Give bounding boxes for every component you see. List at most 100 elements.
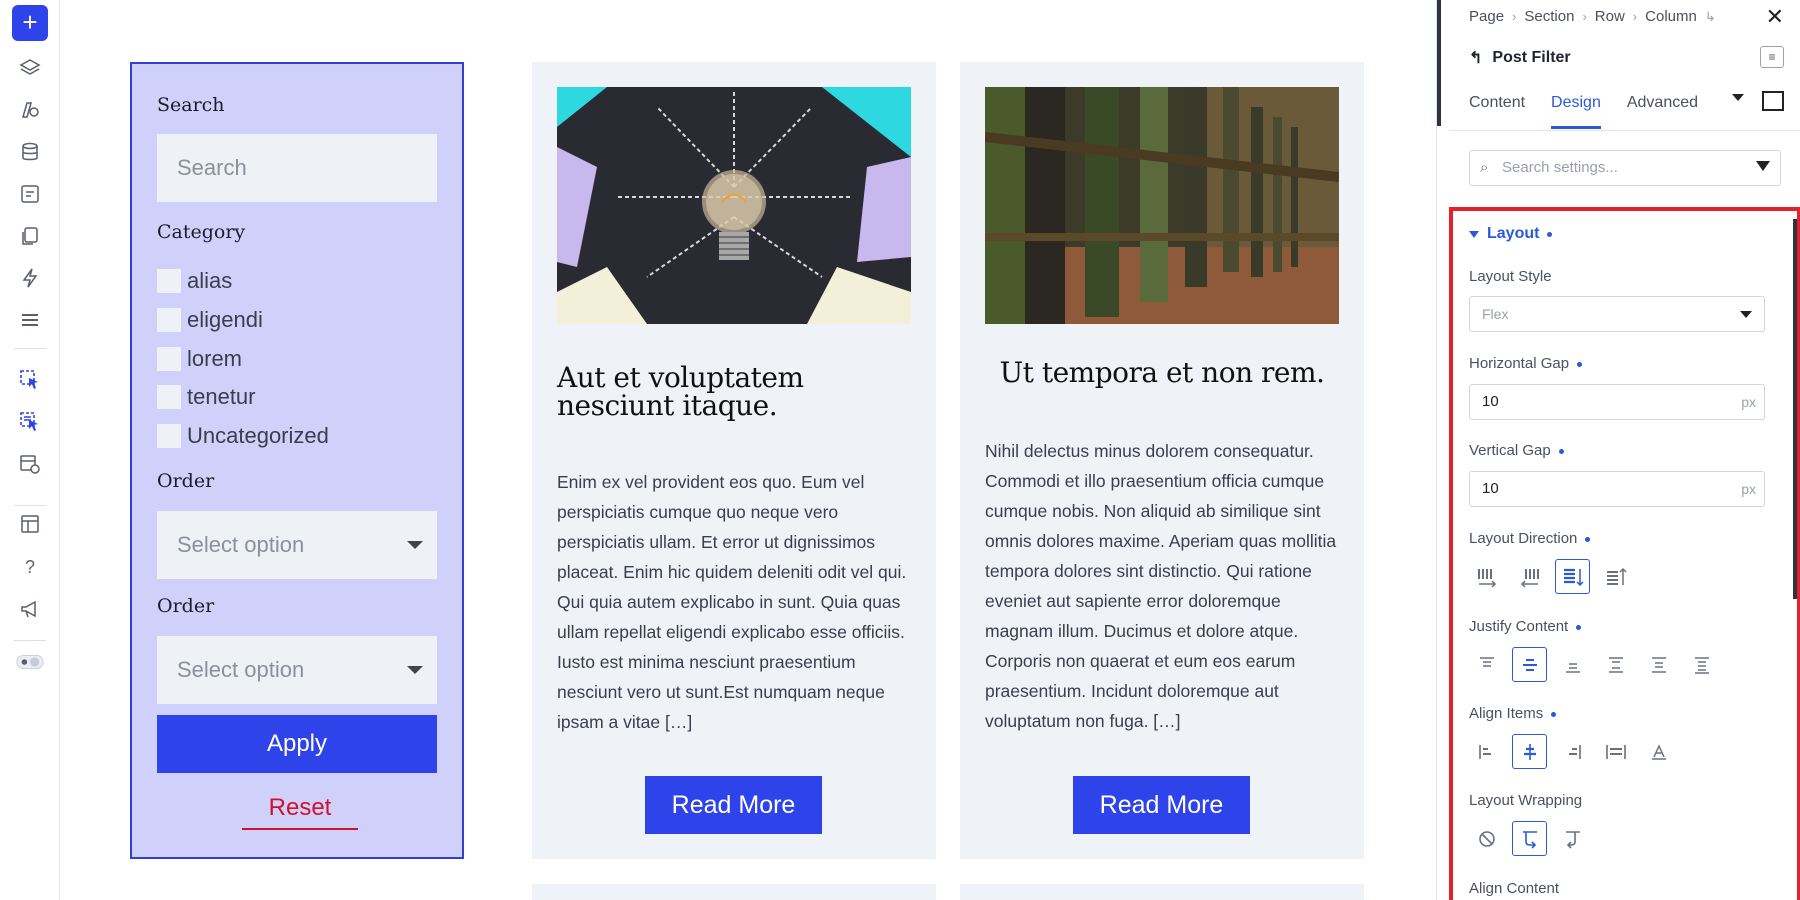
category-checkbox[interactable]: eligendi	[157, 306, 263, 334]
multi-select-icon[interactable]	[16, 408, 44, 436]
tab-advanced[interactable]: Advanced	[1627, 90, 1698, 129]
styles-icon[interactable]	[16, 96, 44, 124]
order-select[interactable]: Select option	[157, 511, 437, 579]
breadcrumb-row[interactable]: Row	[1595, 8, 1625, 25]
caret-down-icon	[1740, 311, 1752, 318]
breadcrumb-section[interactable]: Section	[1524, 8, 1574, 25]
add-element-button[interactable]: +	[12, 5, 48, 41]
pages-icon[interactable]	[16, 222, 44, 250]
justify-start-icon[interactable]	[1469, 647, 1504, 682]
wrap-reverse-icon[interactable]	[1555, 821, 1590, 856]
checkbox-box[interactable]	[157, 424, 181, 448]
unit-select[interactable]: px	[1741, 385, 1756, 419]
post-filter-widget[interactable]: Search Search Category alias eligendi lo…	[130, 62, 464, 859]
modified-dot	[1576, 624, 1582, 630]
element-title: ↰ Post Filter	[1469, 48, 1571, 68]
read-more-button[interactable]: Read More	[645, 776, 822, 834]
category-checkbox[interactable]: lorem	[157, 345, 242, 373]
windows-icon[interactable]	[16, 510, 44, 538]
justify-space-between-icon[interactable]	[1598, 647, 1633, 682]
element-options-icon[interactable]: ≡	[1760, 46, 1784, 68]
category-label: Category	[157, 221, 246, 243]
layout-direction-label: Layout Direction	[1469, 530, 1591, 547]
caret-down-icon	[407, 541, 423, 549]
read-more-button[interactable]: Read More	[1073, 776, 1250, 834]
order-select-value: Select option	[177, 657, 305, 682]
bolt-icon[interactable]	[16, 264, 44, 292]
justify-center-icon[interactable]	[1512, 647, 1547, 682]
post-title[interactable]: Ut tempora et non rem.	[985, 359, 1339, 387]
layout-wrapping-label: Layout Wrapping	[1469, 792, 1583, 809]
direction-row-reverse-icon[interactable]	[1512, 559, 1547, 594]
unit-select[interactable]: px	[1741, 472, 1756, 506]
breadcrumb-page[interactable]: Page	[1469, 8, 1504, 25]
tabs-dropdown-icon[interactable]	[1732, 94, 1744, 101]
horizontal-gap-input[interactable]: 10 px	[1469, 384, 1765, 420]
tab-design[interactable]: Design	[1551, 90, 1601, 129]
click-select-icon[interactable]	[16, 366, 44, 394]
order-label: Order	[157, 470, 215, 492]
reset-link[interactable]: Reset	[242, 794, 358, 830]
direction-column-reverse-icon[interactable]	[1598, 559, 1633, 594]
rail-divider	[14, 640, 46, 641]
settings-panel: Page › Section › Row › Column ↳ ✕ ↰ Post…	[1436, 0, 1800, 900]
layout-style-select[interactable]: Flex	[1469, 296, 1765, 332]
close-icon[interactable]: ✕	[1766, 4, 1784, 30]
post-title[interactable]: Aut et voluptatem nesciunt itaque.	[557, 364, 911, 420]
category-checkbox[interactable]: Uncategorized	[157, 422, 329, 450]
filter-icon[interactable]	[1756, 161, 1770, 171]
tab-content[interactable]: Content	[1469, 90, 1525, 129]
checkbox-box[interactable]	[157, 347, 181, 371]
direction-column-icon[interactable]	[1555, 559, 1590, 594]
horizontal-gap-label: Horizontal Gap	[1469, 355, 1583, 372]
database-icon[interactable]	[16, 138, 44, 166]
horizontal-gap-value: 10	[1482, 393, 1499, 410]
align-start-icon[interactable]	[1469, 734, 1504, 769]
align-center-icon[interactable]	[1512, 734, 1547, 769]
modified-dot	[1551, 711, 1557, 717]
preview-icon[interactable]	[16, 450, 44, 478]
justify-space-evenly-icon[interactable]	[1684, 647, 1719, 682]
category-label-text: tenetur	[187, 384, 256, 409]
section-scrollbar[interactable]	[1793, 219, 1797, 599]
align-end-icon[interactable]	[1555, 734, 1590, 769]
wrap-icon[interactable]	[1512, 821, 1547, 856]
order-select[interactable]: Select option	[157, 636, 437, 704]
checkbox-box[interactable]	[157, 385, 181, 409]
back-arrow-icon[interactable]: ↰	[1469, 48, 1482, 68]
align-content-label: Align Content	[1469, 880, 1560, 897]
responsive-view-icon[interactable]	[1762, 91, 1784, 111]
left-rail: + ?	[0, 0, 60, 900]
direction-row-icon[interactable]	[1469, 559, 1504, 594]
align-baseline-icon[interactable]	[1641, 734, 1676, 769]
list-icon[interactable]	[16, 306, 44, 334]
panel-scrollbar[interactable]	[1437, 0, 1441, 126]
breadcrumb-column[interactable]: Column	[1645, 8, 1697, 25]
vertical-gap-label: Vertical Gap	[1469, 442, 1564, 459]
help-icon[interactable]: ?	[16, 553, 44, 581]
search-input[interactable]: Search	[157, 134, 437, 202]
checkbox-box[interactable]	[157, 308, 181, 332]
megaphone-icon[interactable]	[16, 595, 44, 623]
justify-space-around-icon[interactable]	[1641, 647, 1676, 682]
toggle-icon[interactable]	[16, 648, 44, 676]
category-checkbox[interactable]: alias	[157, 267, 232, 295]
settings-search-input[interactable]: ⌕ Search settings...	[1469, 150, 1781, 186]
settings-search-placeholder: Search settings...	[1502, 159, 1618, 176]
layout-section-header[interactable]: Layout	[1469, 225, 1553, 243]
post-excerpt: Enim ex vel provident eos quo. Eum vel p…	[557, 472, 907, 732]
apply-button[interactable]: Apply	[157, 715, 437, 773]
template-icon[interactable]	[16, 180, 44, 208]
no-wrap-icon[interactable]	[1469, 821, 1504, 856]
layers-icon[interactable]	[16, 54, 44, 82]
modified-dot	[1585, 536, 1591, 542]
align-stretch-icon[interactable]	[1598, 734, 1633, 769]
checkbox-box[interactable]	[157, 269, 181, 293]
modified-dot	[1558, 448, 1564, 454]
justify-content-label: Justify Content	[1469, 618, 1582, 635]
vertical-gap-label-text: Vertical Gap	[1469, 442, 1551, 459]
post-excerpt: Nihil delectus minus dolorem consequatur…	[985, 441, 1337, 731]
vertical-gap-input[interactable]: 10 px	[1469, 471, 1765, 507]
justify-end-icon[interactable]	[1555, 647, 1590, 682]
category-checkbox[interactable]: tenetur	[157, 383, 256, 411]
